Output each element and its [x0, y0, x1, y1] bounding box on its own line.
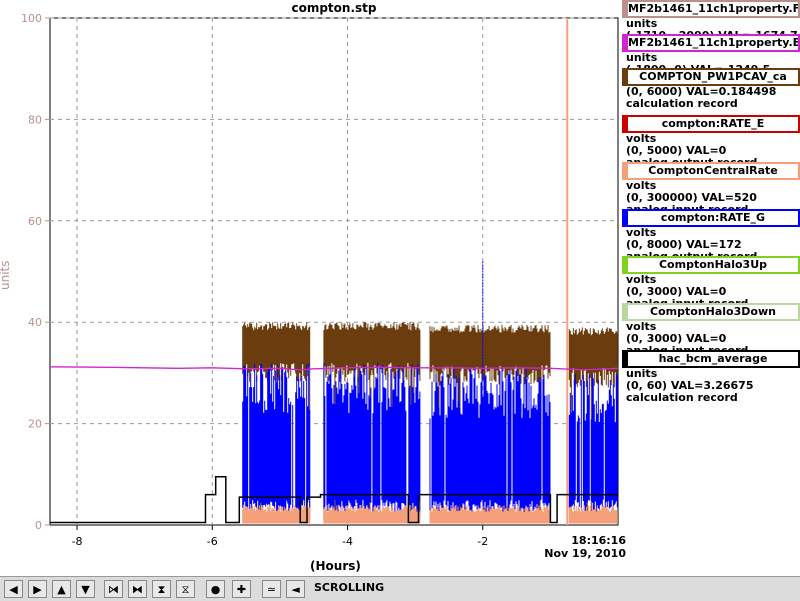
- pan-up-button[interactable]: ▲: [52, 580, 71, 598]
- legend-entry[interactable]: ComptonCentralRate volts (0, 300000) VAL=5…: [622, 162, 800, 216]
- zoom-in-x-icon: ⧒: [108, 583, 119, 596]
- legend-entry-name[interactable]: MF2b1461_11ch1property.E: [622, 34, 800, 52]
- zoom-in-x-button[interactable]: ⧒: [104, 580, 123, 598]
- mode-label: SCROLLING: [314, 581, 385, 594]
- y-tick-label: 0: [35, 519, 42, 532]
- legend-entry[interactable]: compton:RATE_Gvolts(0, 8000) VAL=172anal…: [622, 209, 800, 263]
- legend: MF2b1461_11ch1property.Funits(-1710, -20…: [622, 0, 800, 404]
- timestamp-time: 18:16:16: [571, 534, 626, 547]
- legend-entry[interactable]: compton:RATE_Evolts(0, 5000) VAL=0analog…: [622, 115, 800, 169]
- x-tick-label: -4: [342, 535, 353, 548]
- x-axis-label: (Hours): [310, 559, 361, 573]
- legend-entry-name[interactable]: ComptonHalo3Down: [622, 303, 800, 321]
- zoom-in-y-button[interactable]: ⧗: [152, 580, 171, 598]
- timestamp: 18:16:16 Nov 19, 2010: [536, 534, 626, 560]
- pan-right-button[interactable]: ▶: [28, 580, 47, 598]
- pan-left-icon: ◀: [9, 583, 18, 596]
- legend-entry[interactable]: hac_bcm_average units (0, 60) VAL=3.26675 c…: [622, 350, 800, 404]
- pan-up-icon: ▲: [57, 583, 66, 596]
- series-compton-rate-g: [323, 362, 421, 515]
- legend-entry-name[interactable]: ComptonHalo3Up: [622, 256, 800, 274]
- toolbar: SCROLLING ◀ ▶ ▲ ▼ ⧒ ⧓ ⧗ ⧖ ● ✚ ≃ ◄: [0, 576, 800, 601]
- chart-title: compton.stp: [291, 1, 377, 15]
- zoom-out-y-button[interactable]: ⧖: [176, 580, 195, 598]
- series-compton-rate-g: [568, 373, 618, 515]
- scroll-mode-icon: ≃: [266, 583, 277, 596]
- legend-entry-name[interactable]: MF2b1461_11ch1property.F: [622, 0, 800, 18]
- legend-entry-info: units (0, 60) VAL=3.26675 calculation reco…: [626, 368, 753, 404]
- legend-entry-info: (0, 6000) VAL=0.184498 calculation record: [626, 86, 776, 110]
- x-tick-label: -6: [207, 535, 218, 548]
- add-icon: ✚: [236, 583, 247, 596]
- back-icon: ◄: [291, 583, 300, 596]
- series-compton-rate-g: [429, 367, 551, 515]
- series-compton-rate-g: [242, 363, 311, 515]
- zoom-out-y-icon: ⧖: [181, 583, 190, 596]
- y-tick-label: 20: [28, 418, 42, 431]
- legend-entry-name[interactable]: hac_bcm_average: [622, 350, 800, 368]
- legend-entry[interactable]: MF2b1461_11ch1property.Eunits(-1800, 0) …: [622, 34, 800, 76]
- x-tick-label: -8: [72, 535, 83, 548]
- auto-scale-icon: ●: [210, 583, 221, 596]
- legend-entry-name[interactable]: compton:RATE_E: [622, 115, 800, 133]
- auto-scale-button[interactable]: ●: [206, 580, 225, 598]
- legend-entry-name[interactable]: ComptonCentralRate: [622, 162, 800, 180]
- y-tick-label: 80: [28, 113, 42, 126]
- series-compton-central-rate: [429, 504, 551, 524]
- legend-entry-record: calculation record: [626, 97, 738, 110]
- legend-entry-record: calculation record: [626, 391, 738, 404]
- zoom-out-x-button[interactable]: ⧓: [128, 580, 147, 598]
- legend-entry[interactable]: MF2b1461_11ch1property.Funits(-1710, -20…: [622, 0, 800, 42]
- y-axis-label: units: [0, 260, 12, 290]
- pan-down-icon: ▼: [81, 583, 90, 596]
- legend-entry[interactable]: ComptonHalo3Upvolts(0, 3000) VAL=0analog…: [622, 256, 800, 310]
- y-tick-label: 60: [28, 215, 42, 228]
- zoom-out-x-icon: ⧓: [132, 583, 143, 596]
- timestamp-date: Nov 19, 2010: [544, 547, 626, 560]
- x-tick-label: -2: [477, 535, 488, 548]
- pan-right-icon: ▶: [33, 583, 42, 596]
- legend-entry[interactable]: ComptonHalo3Downvolts(0, 3000) VAL=0anal…: [622, 303, 800, 357]
- pan-left-button[interactable]: ◀: [4, 580, 23, 598]
- add-button[interactable]: ✚: [232, 580, 251, 598]
- y-tick-label: 40: [28, 316, 42, 329]
- scroll-mode-button[interactable]: ≃: [262, 580, 281, 598]
- pan-down-button[interactable]: ▼: [76, 580, 95, 598]
- back-button[interactable]: ◄: [286, 580, 305, 598]
- legend-entry-name[interactable]: compton:RATE_G: [622, 209, 800, 227]
- legend-entry-name[interactable]: COMPTON_PW1PCAV_ca: [622, 68, 800, 86]
- legend-entry[interactable]: COMPTON_PW1PCAV_ca (0, 6000) VAL=0.184498…: [622, 68, 800, 115]
- y-tick-label: 100: [21, 12, 42, 25]
- zoom-in-y-icon: ⧗: [157, 583, 166, 596]
